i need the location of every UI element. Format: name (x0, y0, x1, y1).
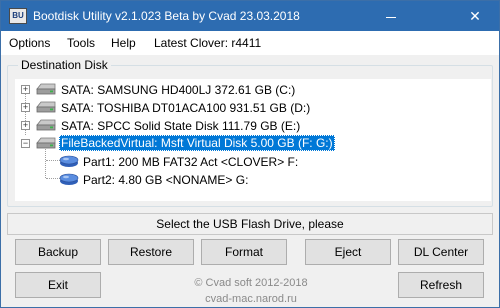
refresh-button[interactable]: Refresh (398, 272, 484, 298)
dl-center-button[interactable]: DL Center (398, 239, 484, 265)
destination-disk-label: Destination Disk (18, 58, 111, 72)
partition-icon (59, 173, 79, 185)
disk-label: SATA: SAMSUNG HD400LJ 372.61 GB (C:) (61, 83, 296, 97)
expand-icon[interactable]: + (21, 85, 30, 94)
website-link[interactable]: cvad-mac.narod.ru (141, 293, 361, 305)
expand-icon[interactable]: + (21, 121, 30, 130)
disk-label-selected: FileBackedVirtual: Msft Virtual Disk 5.0… (59, 135, 335, 151)
tree-item-disk-d[interactable]: + SATA: TOSHIBA DT01ACA100 931.51 GB (D:… (15, 99, 485, 117)
menu-options[interactable]: Options (9, 36, 50, 50)
minimize-icon (386, 16, 396, 18)
hard-disk-icon (36, 119, 56, 131)
partition-label: Part1: 200 MB FAT32 Act <CLOVER> F: (83, 155, 299, 169)
copyright-text: © Cvad soft 2012-2018 (194, 277, 308, 289)
menu-latest-clover[interactable]: Latest Clover: r4411 (154, 36, 261, 50)
tree-item-partition[interactable]: Part1: 200 MB FAT32 Act <CLOVER> F: (15, 153, 485, 171)
tree-item-disk-virtual[interactable]: − FileBackedVirtual: Msft Virtual Disk 5… (15, 135, 485, 153)
window-title: Bootdisk Utility v2.1.023 Beta by Cvad 2… (33, 9, 300, 23)
tree-item-disk-c[interactable]: + SATA: SAMSUNG HD400LJ 372.61 GB (C:) (15, 81, 485, 99)
menu-help[interactable]: Help (111, 36, 136, 50)
menu-bar: Options Tools Help Latest Clover: r4411 (1, 31, 499, 55)
app-icon[interactable]: BU (9, 8, 27, 24)
disk-label: SATA: SPCC Solid State Disk 111.79 GB (E… (61, 119, 301, 133)
minimize-button[interactable] (369, 1, 413, 31)
title-bar[interactable]: BU Bootdisk Utility v2.1.023 Beta by Cva… (1, 1, 499, 31)
partition-label: Part2: 4.80 GB <NONAME> G: (83, 173, 249, 187)
hard-disk-icon (36, 83, 56, 95)
main-window: BU Bootdisk Utility v2.1.023 Beta by Cva… (0, 0, 500, 308)
status-bar: Select the USB Flash Drive, please (7, 213, 493, 235)
tree-item-partition[interactable]: Part2: 4.80 GB <NONAME> G: (15, 171, 485, 189)
expand-icon[interactable]: + (21, 103, 30, 112)
hard-disk-icon (36, 101, 56, 113)
disk-label: SATA: TOSHIBA DT01ACA100 931.51 GB (D:) (61, 101, 311, 115)
close-button[interactable]: ✕ (453, 1, 497, 31)
menu-tools[interactable]: Tools (67, 36, 95, 50)
hard-disk-icon (36, 137, 56, 149)
disk-tree[interactable]: + SATA: SAMSUNG HD400LJ 372.61 GB (C:) +… (15, 79, 491, 201)
format-button[interactable]: Format (201, 239, 287, 265)
backup-button[interactable]: Backup (15, 239, 101, 265)
collapse-icon[interactable]: − (21, 139, 30, 148)
tree-item-disk-e[interactable]: + SATA: SPCC Solid State Disk 111.79 GB … (15, 117, 485, 135)
exit-button[interactable]: Exit (15, 272, 101, 298)
partition-icon (59, 155, 79, 167)
eject-button[interactable]: Eject (305, 239, 391, 265)
close-icon: ✕ (469, 8, 481, 24)
restore-button[interactable]: Restore (108, 239, 194, 265)
